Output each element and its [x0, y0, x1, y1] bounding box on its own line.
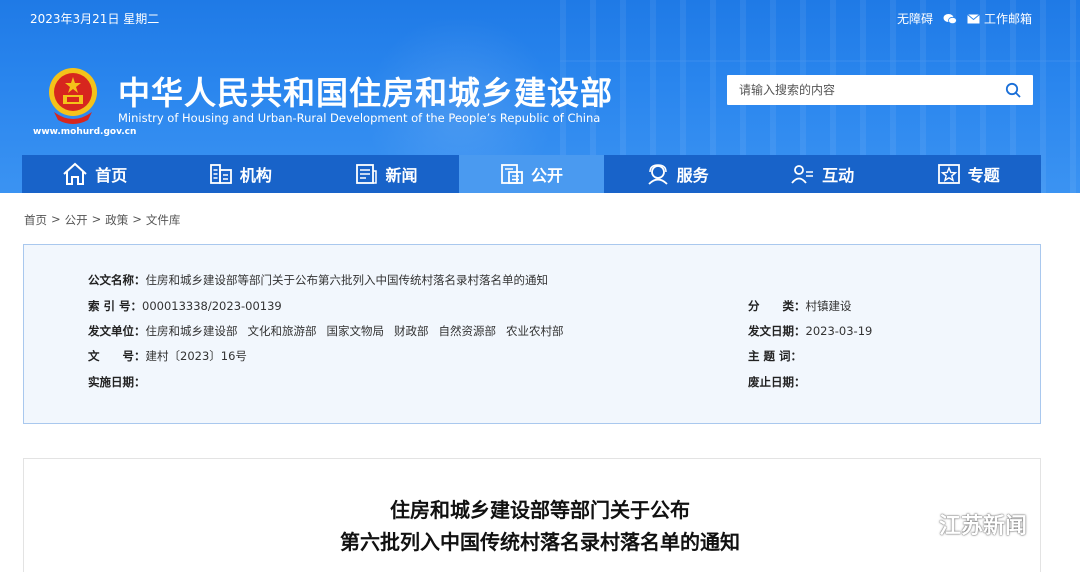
nav-item-label: 专题: [967, 166, 1000, 185]
wechat-icon[interactable]: [943, 13, 957, 25]
nav-item-label: 机构: [239, 166, 272, 185]
meta-issuer-value: 自然资源部: [438, 324, 497, 338]
nav-item-interact[interactable]: 互动: [750, 155, 896, 193]
top-links: 无障碍 工作邮箱: [897, 10, 1032, 27]
breadcrumb-public[interactable]: 公开: [65, 212, 88, 228]
nav-item-org[interactable]: 机构: [168, 155, 314, 193]
national-emblem-icon: [49, 68, 97, 124]
document-metadata: 公文名称：住房和城乡建设部等部门关于公布第六批列入中国传统村落名录村落名单的通知…: [23, 244, 1041, 424]
meta-abolish-date: 废止日期：: [748, 374, 806, 390]
mail-icon: [967, 13, 980, 23]
meta-effective-date-label: 实施日期：: [88, 375, 146, 389]
interact-icon: [791, 165, 814, 184]
nav-item-label: 公开: [531, 166, 564, 185]
meta-doc-name-label: 公文名称：: [88, 273, 146, 287]
meta-doc-no: 文 号：建村〔2023〕16号: [88, 348, 247, 364]
search-input[interactable]: [727, 75, 993, 105]
site-subtitle: Ministry of Housing and Urban-Rural Deve…: [118, 111, 601, 125]
watermark: 江苏新闻: [897, 508, 1027, 540]
breadcrumb-separator: >: [51, 212, 61, 226]
search-bar: [727, 75, 1033, 105]
accessibility-link[interactable]: 无障碍: [897, 10, 933, 27]
mail-link[interactable]: 工作邮箱: [967, 10, 1032, 27]
org-icon: [209, 164, 232, 184]
meta-issue-date-label: 发文日期：: [748, 324, 806, 338]
meta-doc-no-value: 建村〔2023〕16号: [145, 349, 247, 363]
nav-item-topic[interactable]: 专题: [895, 155, 1041, 193]
meta-issuer-value: 农业农村部: [506, 324, 564, 338]
meta-issuer-value: 住房和城乡建设部: [145, 324, 238, 338]
service-icon: [647, 164, 668, 185]
nav-item-news[interactable]: 新闻: [313, 155, 459, 193]
breadcrumb-home[interactable]: 首页: [24, 212, 47, 228]
meta-index-label: 索 引 号：: [88, 299, 143, 313]
breadcrumb: 首页 > 公开 > 政策 > 文件库: [24, 212, 180, 228]
meta-issuer-label: 发文单位：: [88, 324, 146, 338]
topic-icon: [937, 164, 960, 184]
current-date: 2023年3月21日 星期二: [30, 12, 160, 26]
meta-index-value: 000013338/2023-00139: [142, 299, 282, 313]
meta-issuer: 发文单位：住房和城乡建设部 文化和旅游部 国家文物局 财政部 自然资源部 农业农村部: [88, 323, 574, 339]
meta-issue-date-value: 2023-03-19: [805, 324, 873, 338]
meta-category-label: 分 类：: [748, 299, 806, 313]
site-title: 中华人民共和国住房和城乡建设部: [118, 74, 614, 112]
meta-category-value: 村镇建设: [805, 299, 852, 313]
site-url: www.mohurd.gov.cn: [33, 127, 137, 137]
breadcrumb-library[interactable]: 文件库: [146, 212, 181, 228]
nav-item-label: 首页: [95, 166, 128, 185]
mail-link-label: 工作邮箱: [983, 12, 1032, 26]
main-nav: 首页 机构 新闻 公开 服务 互动 专题: [22, 155, 1041, 193]
wechat-watermark-icon: [897, 509, 932, 538]
meta-doc-name-value: 住房和城乡建设部等部门关于公布第六批列入中国传统村落名录村落名单的通知: [145, 273, 549, 287]
nav-item-label: 互动: [822, 166, 855, 185]
meta-keywords: 主 题 词：: [748, 348, 802, 364]
breadcrumb-separator: >: [91, 212, 102, 226]
public-icon: [501, 164, 523, 184]
meta-issuer-value: 财政部: [394, 324, 429, 338]
meta-keywords-label: 主 题 词：: [748, 349, 803, 363]
meta-doc-name: 公文名称：住房和城乡建设部等部门关于公布第六批列入中国传统村落名录村落名单的通知: [88, 272, 548, 288]
nav-item-service[interactable]: 服务: [604, 155, 750, 193]
meta-issue-date: 发文日期：2023-03-19: [748, 323, 872, 339]
nav-item-home[interactable]: 首页: [22, 155, 168, 193]
meta-category: 分 类：村镇建设: [748, 298, 852, 314]
nav-item-public[interactable]: 公开: [458, 155, 605, 193]
meta-abolish-date-label: 废止日期：: [748, 375, 806, 389]
home-icon: [63, 162, 87, 185]
meta-issuer-value: 国家文物局: [326, 324, 385, 338]
meta-issuer-value: 文化和旅游部: [247, 324, 317, 338]
meta-effective-date: 实施日期：: [88, 374, 146, 390]
nav-item-label: 服务: [676, 166, 709, 185]
search-button[interactable]: [993, 75, 1033, 105]
meta-doc-no-label: 文 号：: [88, 349, 146, 363]
breadcrumb-policy[interactable]: 政策: [105, 212, 128, 228]
watermark-text: 江苏新闻: [939, 514, 1028, 539]
news-icon: [356, 164, 378, 184]
nav-item-label: 新闻: [385, 166, 418, 185]
meta-index: 索 引 号：000013338/2023-00139: [88, 298, 282, 314]
search-icon: [1005, 82, 1021, 98]
breadcrumb-separator: >: [132, 212, 142, 226]
